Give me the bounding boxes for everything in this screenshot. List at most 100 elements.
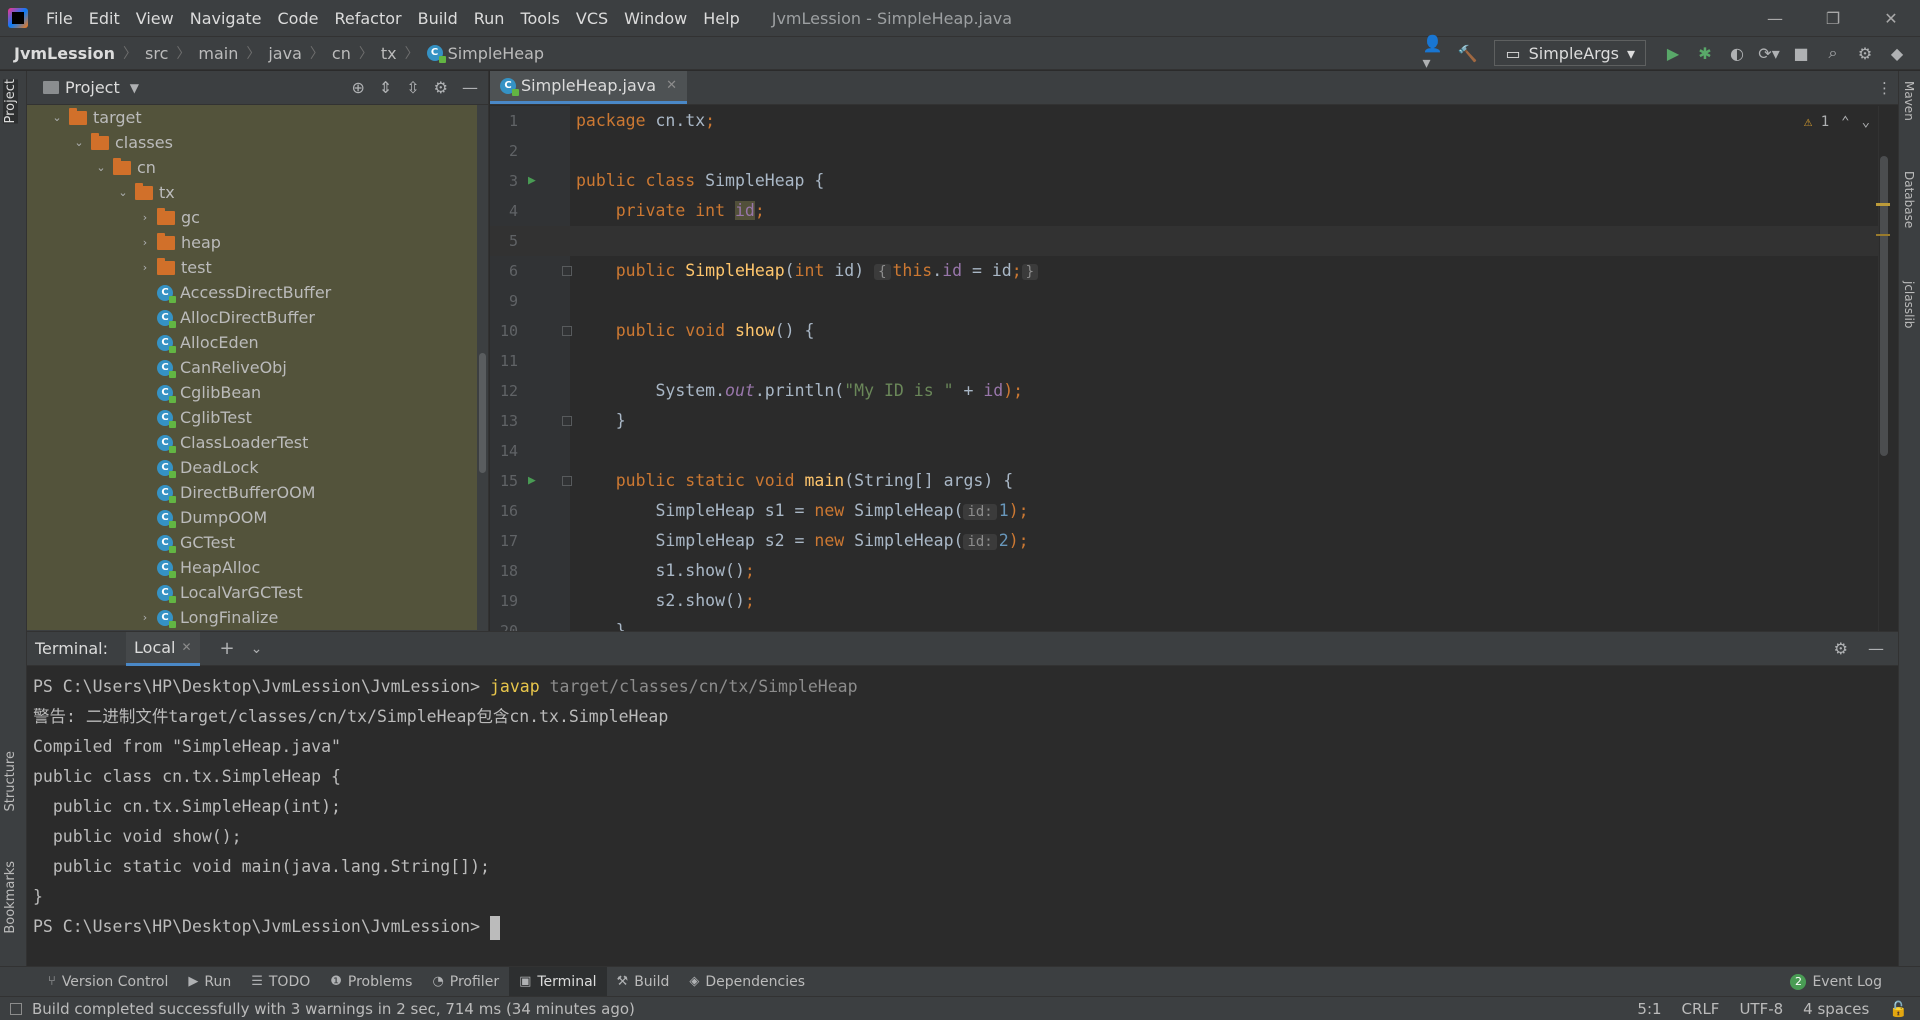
tool-version-control[interactable]: ⑂ Version Control <box>38 967 178 997</box>
search-icon[interactable]: ⌕ <box>1820 40 1846 66</box>
close-tab-icon[interactable]: ✕ <box>666 78 677 93</box>
lock-icon[interactable]: 🔓 <box>1889 1000 1908 1018</box>
jetbrains-toolbox-icon[interactable]: ◆ <box>1884 40 1910 66</box>
minimize-button[interactable]: — <box>1746 9 1804 28</box>
menu-refactor[interactable]: Refactor <box>326 9 409 28</box>
tree-item[interactable]: ⌄ classes <box>27 130 477 155</box>
profile-icon[interactable]: ⟳▾ <box>1756 40 1782 66</box>
chevron-down-icon[interactable]: ⌄ <box>251 641 263 657</box>
tree-item[interactable]: C AccessDirectBuffer <box>27 280 477 305</box>
run-gutter-icon[interactable]: ▶ <box>528 166 536 196</box>
tool-terminal[interactable]: ▣ Terminal <box>509 966 607 997</box>
menu-code[interactable]: Code <box>270 9 327 28</box>
status-message[interactable]: Build completed successfully with 3 warn… <box>32 1000 635 1018</box>
tool-profiler[interactable]: ◔ Profiler <box>422 967 509 997</box>
chevron-right-icon[interactable]: › <box>137 261 153 274</box>
tree-item[interactable]: C HeapAlloc <box>27 555 477 580</box>
chevron-down-icon[interactable]: ⌄ <box>49 111 65 124</box>
tree-item[interactable]: C CglibTest <box>27 405 477 430</box>
fold-marker-icon[interactable] <box>562 476 572 486</box>
tool-problems[interactable]: ❶ Problems <box>320 967 422 997</box>
menu-help[interactable]: Help <box>695 9 747 28</box>
menu-file[interactable]: File <box>38 9 81 28</box>
expand-all-icon[interactable]: ⇕ <box>379 78 392 97</box>
locate-file-icon[interactable]: ⊕ <box>351 78 364 97</box>
tree-item[interactable]: C GCTest <box>27 530 477 555</box>
previous-highlight-icon[interactable]: ⌃ <box>1841 114 1849 130</box>
project-scrollbar[interactable] <box>479 353 486 473</box>
editor-scrollbar-thumb[interactable] <box>1880 156 1888 456</box>
tool-event-log[interactable]: 2 Event Log <box>1780 967 1892 997</box>
fold-marker-icon[interactable] <box>562 266 572 276</box>
tree-item[interactable]: ⌄ tx <box>27 180 477 205</box>
code-area[interactable]: 1 package cn.tx; 2 3 ▶ public class Simp… <box>490 106 1890 631</box>
breadcrumb-main[interactable]: main <box>198 44 238 63</box>
tool-tab-database[interactable]: Database <box>1902 171 1916 228</box>
tree-item[interactable]: C CglibBean <box>27 380 477 405</box>
editor-tab-simpleheap[interactable]: C SimpleHeap.java ✕ <box>490 71 687 104</box>
restore-button[interactable]: ❐ <box>1804 9 1862 28</box>
tree-item[interactable]: C DumpOOM <box>27 505 477 530</box>
chevron-right-icon[interactable]: › <box>137 211 153 224</box>
line-separator[interactable]: CRLF <box>1682 1000 1720 1018</box>
warning-stripe-marker[interactable] <box>1876 234 1890 236</box>
chevron-down-icon[interactable]: ▼ <box>130 81 139 95</box>
tool-build[interactable]: ⚒ Build <box>607 967 680 997</box>
breadcrumb-tx[interactable]: tx <box>381 44 397 63</box>
user-icon[interactable]: 👤▾ <box>1422 34 1448 72</box>
collapse-all-icon[interactable]: ⇳ <box>406 78 419 97</box>
menu-window[interactable]: Window <box>616 9 695 28</box>
status-toggle-icon[interactable] <box>10 1002 22 1015</box>
tool-tab-maven[interactable]: Maven <box>1902 81 1916 121</box>
menu-edit[interactable]: Edit <box>81 9 128 28</box>
fold-marker-icon[interactable] <box>562 416 572 426</box>
close-tab-icon[interactable]: ✕ <box>181 640 191 654</box>
menu-vcs[interactable]: VCS <box>568 9 616 28</box>
tree-item[interactable]: ⌄ cn <box>27 155 477 180</box>
tree-item[interactable]: › heap <box>27 230 477 255</box>
run-icon[interactable]: ▶ <box>1660 40 1686 66</box>
menu-build[interactable]: Build <box>410 9 466 28</box>
settings-gear-icon[interactable]: ⚙ <box>1852 40 1878 66</box>
terminal-output[interactable]: PS C:\Users\HP\Desktop\JvmLession\JvmLes… <box>27 666 1898 948</box>
coverage-icon[interactable]: ◐ <box>1724 40 1750 66</box>
tree-item[interactable]: C DeadLock <box>27 455 477 480</box>
options-gear-icon[interactable]: ⚙ <box>434 78 448 97</box>
run-configuration-select[interactable]: ▭ SimpleArgs ▾ <box>1494 40 1646 66</box>
tool-tab-project[interactable]: Project <box>3 79 18 124</box>
menu-tools[interactable]: Tools <box>512 9 567 28</box>
tree-item[interactable]: C AllocEden <box>27 330 477 355</box>
tool-run[interactable]: ▶ Run <box>178 967 241 997</box>
warning-stripe-marker[interactable] <box>1876 203 1890 206</box>
tree-item[interactable]: › C LongFinalize <box>27 605 477 630</box>
fold-marker-icon[interactable] <box>562 326 572 336</box>
tree-item[interactable]: C AllocDirectBuffer <box>27 305 477 330</box>
inspection-widget[interactable]: ⚠ 1 ⌃ ⌄ <box>1804 114 1870 130</box>
terminal-settings-gear-icon[interactable]: ⚙ <box>1834 639 1848 658</box>
tree-item[interactable]: C CanReliveObj <box>27 355 477 380</box>
breadcrumb-simpleheap[interactable]: SimpleHeap <box>448 44 544 63</box>
chevron-right-icon[interactable]: › <box>137 611 153 624</box>
debug-icon[interactable]: ✱ <box>1692 40 1718 66</box>
tree-item[interactable]: › test <box>27 255 477 280</box>
tree-item[interactable]: › gc <box>27 205 477 230</box>
caret-position[interactable]: 5:1 <box>1637 1000 1661 1018</box>
terminal-tab-local[interactable]: Local ✕ <box>126 631 200 666</box>
breadcrumb-src[interactable]: src <box>145 44 168 63</box>
breadcrumb-cn[interactable]: cn <box>332 44 351 63</box>
tree-item[interactable]: C DirectBufferOOM <box>27 480 477 505</box>
build-hammer-icon[interactable]: 🔨 <box>1454 40 1480 66</box>
chevron-right-icon[interactable]: › <box>137 236 153 249</box>
indent-setting[interactable]: 4 spaces <box>1803 1000 1869 1018</box>
hide-panel-icon[interactable]: — <box>462 78 478 97</box>
project-panel-title[interactable]: Project <box>65 78 120 97</box>
close-window-button[interactable]: ✕ <box>1862 9 1920 28</box>
tree-item[interactable]: C LocalVarGCTest <box>27 580 477 605</box>
more-tabs-icon[interactable]: ⋮ <box>1877 79 1892 97</box>
stop-icon[interactable]: ■ <box>1788 40 1814 66</box>
chevron-down-icon[interactable]: ⌄ <box>93 161 109 174</box>
chevron-down-icon[interactable]: ⌄ <box>115 186 131 199</box>
editor-scrollbar[interactable] <box>1876 106 1890 631</box>
next-highlight-icon[interactable]: ⌄ <box>1862 114 1870 130</box>
hide-panel-icon[interactable]: — <box>1868 639 1884 658</box>
